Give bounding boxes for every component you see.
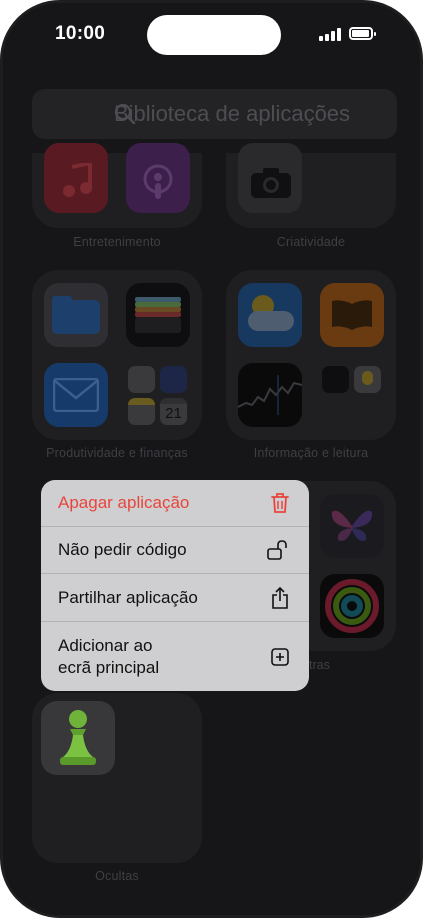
dynamic-island [147, 15, 281, 55]
calendar-mini-icon[interactable]: 21 [160, 398, 187, 425]
chess-app-icon[interactable] [41, 701, 115, 775]
fitness-app-icon[interactable] [320, 574, 384, 638]
book-icon [332, 300, 372, 330]
share-icon [272, 586, 288, 609]
trash-icon [271, 493, 289, 513]
wallet-app-icon[interactable] [126, 283, 190, 347]
music-note-icon [63, 163, 92, 197]
reminders-mini-icon[interactable] [128, 366, 155, 393]
folder-label-creativity: Criatividade [276, 235, 346, 249]
menu-share-label: Partilhar aplicação [58, 587, 198, 607]
search-placeholder: Biblioteca de aplicações [114, 101, 351, 126]
menu-share-app[interactable]: Partilhar aplicação [41, 574, 309, 621]
stocks-app-icon[interactable] [238, 363, 302, 427]
shortcuts-mini-icon[interactable] [160, 366, 187, 393]
files-app-icon[interactable] [44, 283, 108, 347]
podcast-icon [143, 164, 173, 199]
translate-mini-icon[interactable] [322, 366, 349, 393]
battery-icon [349, 27, 376, 40]
folder-hidden[interactable] [32, 693, 202, 863]
shortcuts-app-icon[interactable] [320, 494, 384, 558]
camera-icon [251, 168, 291, 198]
folder-label-entertainment: Entretenimento [73, 235, 161, 249]
activity-rings-icon [325, 579, 379, 633]
books-app-icon[interactable] [320, 283, 384, 347]
phone-frame: 10:00 Biblioteca de aplicações Entreteni… [0, 0, 423, 918]
status-time: 10:00 [55, 23, 106, 44]
folder-creativity[interactable] [226, 143, 396, 228]
pawn-icon [60, 710, 96, 765]
search-input[interactable]: Biblioteca de aplicações [32, 89, 397, 139]
folder-info-reading[interactable] [226, 270, 396, 440]
signal-icon [319, 28, 341, 41]
menu-add-home[interactable]: Adicionar ao ecrã principal [41, 622, 309, 691]
calendar-day: 21 [165, 405, 182, 422]
app-context-menu: Apagar aplicação Não pedir código Partil… [41, 480, 309, 691]
stocks-chart-icon [238, 375, 302, 415]
mail-app-icon[interactable] [44, 363, 108, 427]
folder-label-hidden: Ocultas [95, 869, 139, 883]
menu-add-home-line2: ecrã principal [58, 657, 160, 677]
add-square-icon [271, 647, 289, 666]
folder-label-productivity: Produtividade e finanças [46, 446, 188, 460]
app-library-screen: 10:00 Biblioteca de aplicações Entreteni… [3, 3, 420, 915]
menu-delete-label: Apagar aplicação [58, 493, 190, 512]
envelope-icon [53, 378, 99, 412]
search-icon [114, 103, 136, 125]
unlock-icon [267, 540, 287, 560]
menu-delete-app[interactable]: Apagar aplicação [41, 480, 309, 526]
folder-entertainment[interactable] [32, 143, 202, 228]
notes-mini-icon[interactable] [128, 398, 155, 425]
weather-app-icon[interactable] [238, 283, 302, 347]
menu-no-passcode-label: Não pedir código [58, 540, 187, 559]
folder-label-info: Informação e leitura [253, 446, 369, 460]
folder-productivity[interactable]: 21 [32, 270, 202, 440]
tips-mini-icon[interactable] [354, 366, 381, 393]
butterfly-icon [331, 510, 373, 541]
menu-no-passcode[interactable]: Não pedir código [41, 527, 309, 573]
menu-add-home-line1: Adicionar ao [58, 635, 153, 655]
menu-add-home-label: Adicionar ao ecrã principal [58, 635, 159, 679]
folder-label-others: tras [309, 658, 330, 672]
